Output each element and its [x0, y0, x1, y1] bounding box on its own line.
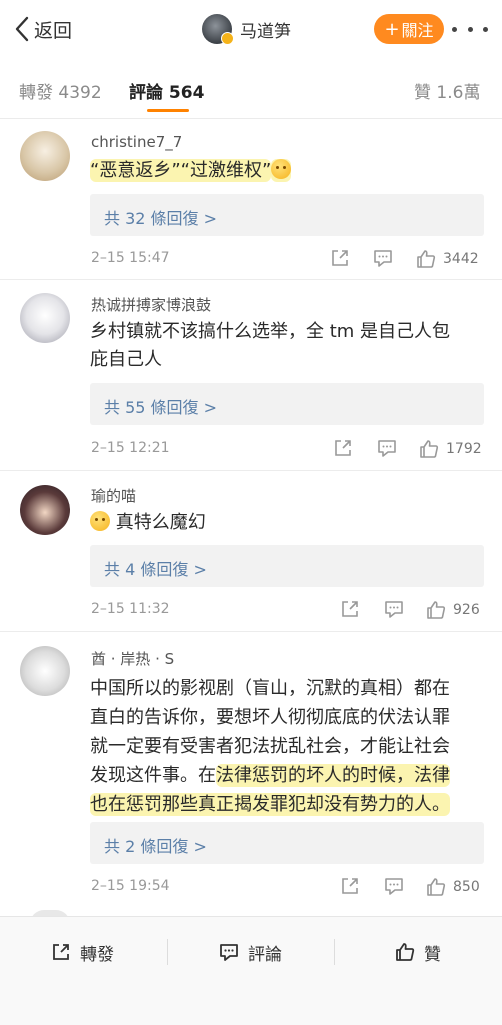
comment-item: christine7_7 “恶意返乡”“过激维权” 共 32 條回復 > 2–1… — [0, 119, 502, 279]
like-button[interactable]: 926 — [425, 598, 480, 622]
comment-text: “恶意返乡”“过激维权” — [90, 157, 486, 185]
comment-icon[interactable] — [383, 875, 405, 897]
reply-count-link[interactable]: 共 32 條回復 > — [104, 205, 217, 229]
divider — [334, 939, 335, 965]
comment-time: 2–15 11:32 — [91, 601, 170, 617]
like-count: 926 — [453, 602, 480, 618]
reply-count-link[interactable]: 共 4 條回復 > — [104, 556, 207, 580]
comment-icon[interactable] — [383, 598, 405, 620]
comment-text-line: 庇自己人 — [90, 349, 162, 370]
comment-icon — [220, 944, 238, 961]
comment-icon[interactable] — [372, 247, 394, 269]
back-button[interactable]: 返回 — [14, 14, 72, 44]
account-name: 马道笋 — [240, 21, 291, 42]
thumbs-up-icon — [427, 878, 446, 896]
comment-time: 2–15 19:54 — [91, 878, 170, 894]
comment-text-body: 真特么魔幻 — [115, 512, 206, 533]
like-count: 3442 — [443, 251, 479, 267]
avatar[interactable] — [20, 646, 70, 696]
reply-summary[interactable]: 共 55 條回復 > — [90, 383, 484, 425]
smile-emoji-icon — [90, 511, 110, 531]
comment-text: 乡村镇就不该搞什么选举，全 tm 是自己人包 庇自己人 — [90, 318, 486, 374]
comment-text-line: 也在惩罚那些真正揭发罪犯却没有势力的人。 — [90, 790, 486, 819]
divider — [167, 939, 168, 965]
comment-text-line: 中国所以的影视剧（盲山，沉默的真相）都在 — [90, 678, 450, 699]
comment-meta: 2–15 19:54 850 — [0, 875, 502, 899]
reply-summary[interactable]: 共 32 條回復 > — [90, 194, 484, 236]
tab-like[interactable]: 贊 1.6萬 — [414, 78, 480, 103]
account-header[interactable]: 马道笋 — [202, 13, 291, 45]
comment-time: 2–15 15:47 — [91, 250, 170, 266]
thumbs-up-icon — [417, 250, 436, 268]
comment-text-segment: 发现这件事。在 — [90, 765, 216, 786]
like-button[interactable]: 850 — [425, 875, 480, 899]
reply-summary[interactable]: 共 2 條回復 > — [90, 822, 484, 864]
account-avatar — [202, 14, 234, 45]
like-button[interactable]: 3442 — [415, 247, 479, 271]
follow-button[interactable]: + 關注 — [374, 14, 444, 44]
thumbs-up-icon — [420, 440, 439, 458]
tab-repost[interactable]: 轉發 4392 — [19, 78, 102, 103]
follow-label: 關注 — [401, 21, 434, 40]
like-button[interactable]: 1792 — [418, 437, 482, 461]
reply-summary[interactable]: 共 4 條回復 > — [90, 545, 484, 587]
share-icon[interactable] — [329, 247, 351, 269]
share-icon — [53, 944, 69, 960]
comment-text-line: 乡村镇就不该搞什么选举，全 tm 是自己人包 — [90, 321, 451, 342]
highlighted-text: 法律惩罚的坏人的时候，法律 — [216, 764, 450, 787]
thinking-emoji-icon — [271, 159, 292, 179]
comment-username[interactable]: christine7_7 — [91, 133, 182, 151]
comment-text: 真特么魔幻 — [90, 509, 486, 537]
comment-text-line: 直白的告诉你，要想坏人彻彻底底的伏法认罪 — [90, 707, 450, 728]
reply-count-link[interactable]: 共 55 條回復 > — [104, 394, 217, 418]
comment-item: 热诚拼搏家博浪鼓 乡村镇就不该搞什么选举，全 tm 是自己人包 庇自己人 共 5… — [0, 280, 502, 470]
comment-text: 中国所以的影视剧（盲山，沉默的真相）都在 直白的告诉你，要想坏人彻彻底底的伏法认… — [90, 674, 486, 819]
repost-button[interactable]: 轉發 — [50, 939, 114, 965]
comment-item: 酋 · 岸热 · S 中国所以的影视剧（盲山，沉默的真相）都在 直白的告诉你，要… — [0, 632, 502, 910]
comment-label: 評論 — [248, 944, 282, 965]
thumbs-up-icon — [427, 601, 446, 619]
comment-item: 瑜的喵 真特么魔幻 共 4 條回復 > 2–15 11:32 926 — [0, 471, 502, 631]
comment-username[interactable]: 热诚拼搏家博浪鼓 — [91, 294, 211, 315]
comment-text-line: 发现这件事。在法律惩罚的坏人的时候，法律 — [90, 761, 486, 790]
comment-meta: 2–15 11:32 926 — [0, 598, 502, 622]
reply-count-link[interactable]: 共 2 條回復 > — [104, 833, 207, 857]
avatar[interactable] — [20, 485, 70, 535]
back-label: 返回 — [34, 19, 73, 42]
repost-label: 轉發 — [80, 944, 114, 965]
plus-icon: + — [384, 18, 400, 40]
thumbs-up-icon — [396, 943, 415, 961]
comment-username[interactable]: 酋 · 岸热 · S — [91, 648, 174, 669]
share-icon[interactable] — [332, 437, 354, 459]
avatar[interactable] — [20, 131, 70, 181]
avatar[interactable] — [20, 293, 70, 343]
like-count: 1792 — [446, 441, 482, 457]
bottom-action-bar: 轉發 評論 贊 — [0, 916, 502, 1025]
comment-button[interactable]: 評論 — [218, 939, 282, 965]
comment-username[interactable]: 瑜的喵 — [91, 485, 136, 506]
comment-text-line: 就一定要有受害者犯法扰乱社会，才能让社会 — [90, 736, 450, 757]
more-dots-icon[interactable] — [452, 18, 488, 40]
like-label: 贊 — [424, 944, 441, 965]
comment-icon[interactable] — [376, 437, 398, 459]
tab-comment[interactable]: 評論 564 — [129, 78, 204, 103]
chevron-left-icon — [15, 16, 29, 42]
like-button[interactable]: 贊 — [394, 939, 441, 965]
active-tab-indicator — [147, 109, 189, 112]
like-count: 850 — [453, 879, 480, 895]
comment-meta: 2–15 15:47 3442 — [0, 247, 502, 271]
share-icon[interactable] — [339, 875, 361, 897]
share-icon[interactable] — [339, 598, 361, 620]
top-nav-bar: 返回 马道笋 + 關注 — [0, 0, 502, 60]
highlighted-text: “恶意返乡”“过激维权” — [90, 159, 272, 182]
interaction-tabs: 轉發 4392 評論 564 贊 1.6萬 — [0, 60, 502, 119]
highlighted-text: 也在惩罚那些真正揭发罪犯却没有势力的人。 — [90, 793, 450, 816]
verified-badge-icon — [221, 32, 234, 45]
comment-time: 2–15 12:21 — [91, 440, 170, 456]
comment-meta: 2–15 12:21 1792 — [0, 437, 502, 461]
